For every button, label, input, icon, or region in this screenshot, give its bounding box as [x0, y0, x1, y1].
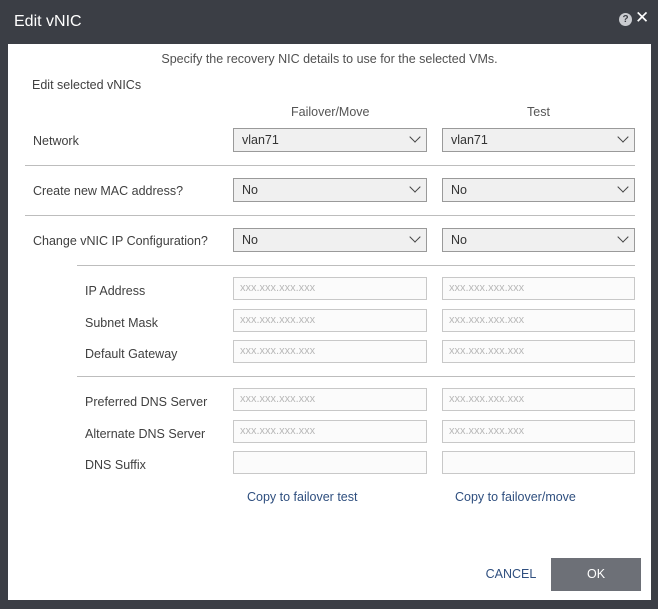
preferred-dns-test-input[interactable]: xxx.xxx.xxx.xxx: [442, 388, 635, 411]
ip-address-label: IP Address: [85, 284, 146, 298]
mac-label: Create new MAC address?: [33, 184, 184, 198]
alternate-dns-failover-input[interactable]: xxx.xxx.xxx.xxx: [233, 420, 427, 443]
dialog-title: Edit vNIC: [14, 13, 82, 30]
subnet-mask-label: Subnet Mask: [85, 316, 158, 330]
dns-suffix-failover-input[interactable]: [233, 451, 427, 474]
help-icon[interactable]: ?: [619, 13, 632, 26]
default-gateway-label: Default Gateway: [85, 347, 178, 361]
mac-failover-value: No: [242, 183, 258, 197]
column-header-test: Test: [527, 105, 550, 119]
alternate-dns-label: Alternate DNS Server: [85, 427, 206, 441]
divider: [25, 215, 635, 216]
dialog-body: Specify the recovery NIC details to use …: [8, 44, 651, 600]
ok-button[interactable]: OK: [551, 558, 641, 591]
dns-suffix-test-input[interactable]: [442, 451, 635, 474]
cancel-button[interactable]: CANCEL: [482, 558, 540, 590]
chevron-down-icon: [617, 181, 629, 193]
alternate-dns-test-input[interactable]: xxx.xxx.xxx.xxx: [442, 420, 635, 443]
ipconfig-label: Change vNIC IP Configuration?: [33, 234, 208, 248]
chevron-down-icon: [409, 181, 421, 193]
chevron-down-icon: [409, 131, 421, 143]
chevron-down-icon: [409, 231, 421, 243]
close-icon[interactable]: ✕: [635, 9, 649, 26]
network-failover-select[interactable]: vlan71: [233, 128, 427, 152]
preferred-dns-failover-input[interactable]: xxx.xxx.xxx.xxx: [233, 388, 427, 411]
dialog-titlebar: Edit vNIC ? ✕: [0, 0, 658, 44]
section-label: Edit selected vNICs: [32, 78, 142, 92]
default-gateway-failover-input[interactable]: xxx.xxx.xxx.xxx: [233, 340, 427, 363]
ipconfig-failover-value: No: [242, 233, 258, 247]
instruction-text: Specify the recovery NIC details to use …: [161, 52, 498, 66]
ip-address-failover-input[interactable]: xxx.xxx.xxx.xxx: [233, 277, 427, 300]
ip-address-test-input[interactable]: xxx.xxx.xxx.xxx: [442, 277, 635, 300]
divider: [77, 376, 635, 377]
default-gateway-test-input[interactable]: xxx.xxx.xxx.xxx: [442, 340, 635, 363]
subnet-mask-test-input[interactable]: xxx.xxx.xxx.xxx: [442, 309, 635, 332]
column-header-failover: Failover/Move: [291, 105, 370, 119]
chevron-down-icon: [617, 131, 629, 143]
copy-to-failover-move-link[interactable]: Copy to failover/move: [455, 490, 576, 504]
network-test-value: vlan71: [451, 133, 488, 147]
edit-vnic-dialog: Edit vNIC ? ✕ Specify the recovery NIC d…: [0, 0, 658, 609]
mac-test-value: No: [451, 183, 467, 197]
divider: [77, 265, 635, 266]
divider: [25, 165, 635, 166]
network-failover-value: vlan71: [242, 133, 279, 147]
copy-to-failover-test-link[interactable]: Copy to failover test: [247, 490, 357, 504]
ipconfig-test-value: No: [451, 233, 467, 247]
ipconfig-test-select[interactable]: No: [442, 228, 635, 252]
subnet-mask-failover-input[interactable]: xxx.xxx.xxx.xxx: [233, 309, 427, 332]
chevron-down-icon: [617, 231, 629, 243]
network-label: Network: [33, 134, 79, 148]
mac-test-select[interactable]: No: [442, 178, 635, 202]
preferred-dns-label: Preferred DNS Server: [85, 395, 208, 409]
network-test-select[interactable]: vlan71: [442, 128, 635, 152]
ipconfig-failover-select[interactable]: No: [233, 228, 427, 252]
dns-suffix-label: DNS Suffix: [85, 458, 146, 472]
mac-failover-select[interactable]: No: [233, 178, 427, 202]
